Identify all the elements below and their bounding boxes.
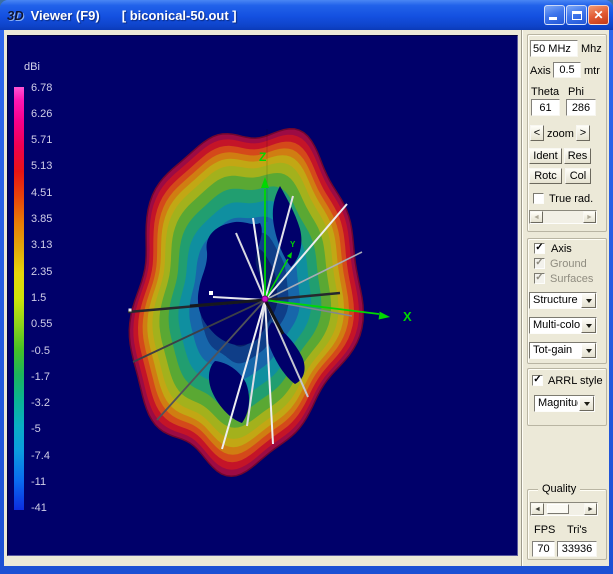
- colorbar-tick: 6.78: [31, 82, 71, 94]
- theta-label: Theta: [531, 86, 559, 98]
- zoom-label: zoom: [547, 128, 574, 140]
- axis-size-input[interactable]: [553, 62, 581, 78]
- title-bar[interactable]: 3D Viewer (F9) [ biconical-50.out ]: [0, 0, 613, 30]
- axis-checkbox-label: Axis: [551, 243, 572, 255]
- close-button[interactable]: ✕: [588, 5, 609, 25]
- colorbar-tick: 6.26: [31, 108, 71, 120]
- colorbar-tick: 3.13: [31, 239, 71, 251]
- feedpoint-dot: [262, 296, 268, 302]
- colorbar-tick: 3.85: [31, 213, 71, 225]
- colorbar-tick: 1.5: [31, 292, 71, 304]
- phi-input[interactable]: [566, 99, 596, 116]
- quality-slider[interactable]: ◄ ►: [530, 502, 598, 516]
- magnitude-dropdown-value: Magnitude: [538, 397, 578, 409]
- minimize-button[interactable]: [544, 5, 565, 25]
- quality-label: Quality: [538, 483, 580, 495]
- color-mode-dropdown[interactable]: Multi-color: [529, 317, 597, 334]
- axis-y-label: Y: [290, 240, 296, 249]
- rotc-button[interactable]: Rotc: [529, 168, 562, 184]
- col-button[interactable]: Col: [565, 168, 591, 184]
- axis-z-label: Z: [259, 150, 266, 164]
- tris-label: Tri's: [567, 524, 587, 536]
- slider-left-icon[interactable]: ◄: [531, 503, 544, 515]
- axis-x-label: X: [403, 309, 412, 324]
- close-icon: ✕: [589, 8, 608, 22]
- window-file-name: [ biconical-50.out ]: [122, 8, 237, 23]
- axis-size-label: Axis: [530, 65, 551, 77]
- app-icon-3d: 3D: [7, 8, 24, 23]
- colorbar-tick: -7.4: [31, 450, 71, 462]
- ground-checkbox-label: Ground: [550, 258, 587, 270]
- slider-right-icon[interactable]: ►: [584, 503, 597, 515]
- theta-input[interactable]: [531, 99, 560, 116]
- colorbar-tick: -11: [31, 476, 71, 488]
- zoom-out-button[interactable]: <: [530, 125, 544, 141]
- colorbar-tick: 5.13: [31, 160, 71, 172]
- colorbar-tick: -1.7: [31, 371, 71, 383]
- radiation-pattern-svg[interactable]: Z X Y: [7, 35, 518, 556]
- quality-slider-thumb[interactable]: [547, 504, 569, 514]
- scroll-right-icon[interactable]: ►: [583, 211, 596, 223]
- colorbar-gradient: [14, 87, 24, 510]
- colorbar-tick: -41: [31, 502, 71, 514]
- viewer-window: 3D Viewer (F9) [ biconical-50.out ] ✕ Z X…: [0, 0, 613, 574]
- wire-marker: [209, 291, 213, 295]
- res-button[interactable]: Res: [564, 148, 591, 164]
- structure-dropdown[interactable]: Structure: [529, 292, 597, 309]
- panel-divider: [521, 30, 523, 566]
- maximize-button[interactable]: [566, 5, 587, 25]
- colorbar-tick: -0.5: [31, 345, 71, 357]
- arrl-style-checkbox[interactable]: [532, 375, 543, 386]
- pan-scrollbar[interactable]: ◄ ►: [529, 210, 597, 224]
- frequency-unit-label: Mhz: [581, 43, 602, 55]
- minimize-icon: [549, 17, 557, 20]
- colorbar-tick: -5: [31, 423, 71, 435]
- wire-marker: [129, 309, 132, 312]
- true-rad-label: True rad.: [549, 193, 593, 205]
- axis-checkbox[interactable]: [534, 243, 545, 254]
- colorbar-tick: -3.2: [31, 397, 71, 409]
- axis-x-arrow: [379, 312, 390, 320]
- colorbar-tick: 0.55: [31, 318, 71, 330]
- chevron-down-icon[interactable]: [579, 396, 594, 411]
- surfaces-checkbox-label: Surfaces: [550, 273, 593, 285]
- colorbar-tick: 5.71: [31, 134, 71, 146]
- axis-unit-label: mtr: [584, 65, 600, 77]
- magnitude-dropdown[interactable]: Magnitude: [534, 395, 595, 412]
- surfaces-checkbox: [534, 273, 545, 284]
- phi-label: Phi: [568, 86, 584, 98]
- gain-mode-dropdown[interactable]: Tot-gain: [529, 342, 597, 359]
- maximize-icon: [572, 11, 582, 20]
- colorbar-header: dBi: [24, 61, 40, 73]
- ident-button[interactable]: Ident: [529, 148, 562, 164]
- tris-value: [557, 541, 597, 557]
- structure-dropdown-value: Structure: [533, 294, 580, 306]
- true-rad-checkbox[interactable]: [533, 193, 544, 204]
- zoom-in-button[interactable]: >: [576, 125, 590, 141]
- frequency-input[interactable]: [530, 40, 578, 57]
- ground-checkbox: [534, 258, 545, 269]
- chevron-down-icon[interactable]: [581, 293, 596, 308]
- chevron-down-icon[interactable]: [581, 343, 596, 358]
- fps-label: FPS: [534, 524, 555, 536]
- arrl-style-label: ARRL style: [548, 375, 603, 387]
- fps-value: [532, 541, 555, 557]
- window-title: Viewer (F9): [31, 8, 100, 23]
- scroll-left-icon[interactable]: ◄: [530, 211, 543, 223]
- gain-mode-dropdown-value: Tot-gain: [533, 344, 580, 356]
- color-mode-dropdown-value: Multi-color: [533, 319, 580, 331]
- colorbar-tick: 2.35: [31, 266, 71, 278]
- chevron-down-icon[interactable]: [581, 318, 596, 333]
- colorbar-tick: 4.51: [31, 187, 71, 199]
